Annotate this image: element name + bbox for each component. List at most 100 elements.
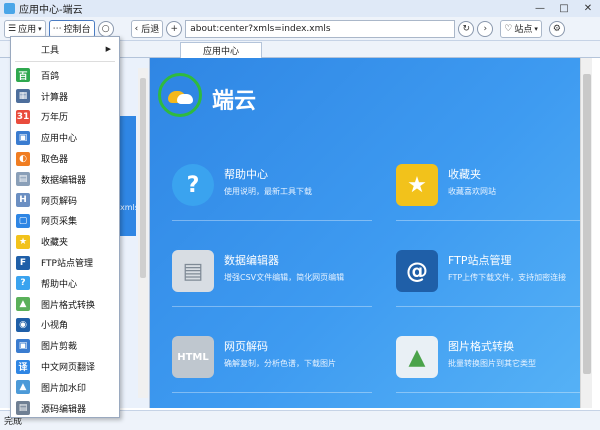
tile-data-editor[interactable]: ▤ 数据编辑器 增强CSV文件编辑，简化网页编辑 — [172, 250, 372, 312]
menu-item[interactable]: ▢ 网页采集 — [11, 211, 119, 232]
app-center-icon: ▣ — [16, 130, 30, 145]
tile-web-decode[interactable]: HTML 网页解码 确解复制，分析色谱，下载图片 — [172, 336, 372, 398]
menu-separator — [15, 61, 115, 62]
forward-icon[interactable]: › — [477, 20, 494, 37]
menu-item-label: 图片剪裁 — [41, 342, 78, 353]
translate-icon: 译 — [16, 359, 30, 374]
watermark-icon: ▲ — [16, 380, 30, 395]
tile-ftp-manager[interactable]: @ FTP站点管理 FTP上传下载文件，支持加密连接 — [396, 250, 580, 312]
menu-item[interactable]: ▤ 源码编辑器 — [11, 398, 119, 419]
menu-item-label: 应用中心 — [41, 134, 78, 145]
plus-icon[interactable]: + — [166, 20, 183, 37]
tile-divider — [396, 220, 580, 221]
star-icon: ★ — [396, 164, 438, 206]
menu-item[interactable]: 百百鸽 — [11, 65, 119, 86]
menu-item[interactable]: ? 帮助中心 — [11, 273, 119, 294]
tile-desc: 批量转换图片到其它类型 — [448, 359, 536, 368]
image-icon: ▲ — [396, 336, 438, 378]
site-icon: ♡ — [504, 23, 513, 34]
chevron-right-icon: ▶ — [105, 45, 111, 53]
address-bar[interactable]: about:center?xmls=index.xmls — [185, 19, 456, 38]
menu-item[interactable]: F FTP站点管理 — [11, 252, 119, 273]
maximize-button[interactable]: □ — [552, 0, 576, 17]
calendar-icon: 31 — [16, 109, 30, 124]
background-blue-block — [118, 116, 136, 236]
chevron-down-icon: ▾ — [534, 24, 538, 33]
site-label: 站点 — [514, 25, 533, 35]
data-editor-icon: ▤ — [16, 172, 30, 187]
chat-icon[interactable]: ○ — [97, 20, 114, 37]
back-label: 后退 — [141, 25, 160, 35]
menu-item-label: 小视角 — [41, 321, 69, 332]
image-convert-icon: ▲ — [16, 297, 30, 312]
main-scrollbar-thumb[interactable] — [583, 74, 591, 374]
refresh-icon[interactable]: ↻ — [458, 20, 475, 37]
tile-desc: 使用说明，最新工具下载 — [224, 187, 312, 196]
small-view-icon: ◉ — [16, 317, 30, 332]
window-title: 应用中心-端云 — [19, 5, 83, 16]
menu-item[interactable]: ◐ 取色器 — [11, 148, 119, 169]
menu-item[interactable]: ▦ 计算器 — [11, 86, 119, 107]
menu-icon: ☰ — [8, 23, 17, 34]
app-menu-label: 应用 — [18, 25, 37, 35]
menu-item[interactable]: ▲ 图片格式转换 — [11, 294, 119, 315]
menu-item-label: 图片格式转换 — [41, 300, 96, 311]
tile-favorites[interactable]: ★ 收藏夹 收藏喜欢网站 — [396, 164, 580, 226]
calculator-icon: ▦ — [16, 89, 30, 104]
menu-item[interactable]: ◉ 小视角 — [11, 315, 119, 336]
tile-title: 网页解码 — [224, 340, 268, 353]
menu-item[interactable]: 31 万年历 — [11, 107, 119, 128]
menu-item-label: 中文网页翻译 — [41, 363, 96, 374]
menu-items: 百百鸽 ▦ 计算器 31 万年历 ▣ 应用中心 ◐ 取色器 ▤ 数据编辑器 H 网页解码 ▢ 网页采集 ★ 收藏… — [11, 65, 119, 419]
close-button[interactable]: ✕ — [576, 0, 600, 17]
tile-title: 图片格式转换 — [448, 340, 514, 353]
menu-item-label: FTP站点管理 — [41, 259, 93, 270]
web-decode-icon: H — [16, 193, 30, 208]
tile-desc: 确解复制，分析色谱，下载图片 — [224, 359, 336, 368]
image-crop-icon: ▣ — [16, 338, 30, 353]
menu-header-label: 工具 — [41, 45, 60, 56]
source-editor-icon: ▤ — [16, 401, 30, 416]
tile-divider — [172, 306, 372, 307]
menu-item-label: 源码编辑器 — [41, 404, 87, 415]
left-scrollbar-thumb[interactable] — [140, 78, 146, 278]
tile-desc: 收藏喜欢网站 — [448, 187, 496, 196]
ftp-manager-icon: F — [16, 255, 30, 270]
tile-image-convert[interactable]: ▲ 图片格式转换 批量转换图片到其它类型 — [396, 336, 580, 398]
cloud-icon — [177, 94, 193, 104]
html-icon: HTML — [172, 336, 214, 378]
tile-divider — [396, 392, 580, 393]
tile-divider — [396, 306, 580, 307]
menu-item[interactable]: ▣ 应用中心 — [11, 127, 119, 148]
menu-item[interactable]: 译中文网页翻译 — [11, 356, 119, 377]
console-button[interactable]: ⋯ 控制台 — [48, 19, 95, 38]
main-scrollbar[interactable] — [580, 58, 592, 408]
web-collect-icon: ▢ — [16, 213, 30, 228]
menu-item-tools[interactable]: 工具 ▶ — [11, 41, 119, 57]
menu-item-label: 帮助中心 — [41, 279, 78, 290]
tab-app-center[interactable]: 应用中心 — [180, 42, 263, 58]
tile-help-center[interactable]: ? 帮助中心 使用说明，最新工具下载 — [172, 164, 372, 226]
menu-item-label: 百鸽 — [41, 71, 60, 82]
menu-item-label: 万年历 — [41, 113, 69, 124]
menu-item[interactable]: H 网页解码 — [11, 190, 119, 211]
app-menu-button[interactable]: ☰ 应用 ▾ — [4, 19, 46, 38]
settings-icon[interactable]: ⚙ — [548, 20, 565, 37]
ftp-icon: @ — [396, 250, 438, 292]
question-icon: ? — [172, 164, 214, 206]
tile-desc: FTP上传下载文件，支持加密连接 — [448, 273, 567, 282]
menu-item[interactable]: ▤ 数据编辑器 — [11, 169, 119, 190]
brand-logo — [158, 73, 202, 117]
menu-item[interactable]: ▲ 图片加水印 — [11, 377, 119, 398]
menu-item-label: 网页采集 — [41, 217, 78, 228]
minimize-button[interactable]: — — [528, 0, 552, 17]
tile-title: FTP站点管理 — [448, 254, 512, 267]
menu-item[interactable]: ★ 收藏夹 — [11, 231, 119, 252]
background-peek-text: xmls — [120, 203, 139, 212]
site-button[interactable]: ♡ 站点 ▾ — [500, 19, 542, 38]
title-bar: 应用中心-端云 — □ ✕ — [0, 0, 600, 17]
menu-item-label: 取色器 — [41, 155, 69, 166]
color-picker-icon: ◐ — [16, 151, 30, 166]
menu-item[interactable]: ▣ 图片剪裁 — [11, 335, 119, 356]
back-button[interactable]: ‹ 后退 — [130, 19, 164, 38]
